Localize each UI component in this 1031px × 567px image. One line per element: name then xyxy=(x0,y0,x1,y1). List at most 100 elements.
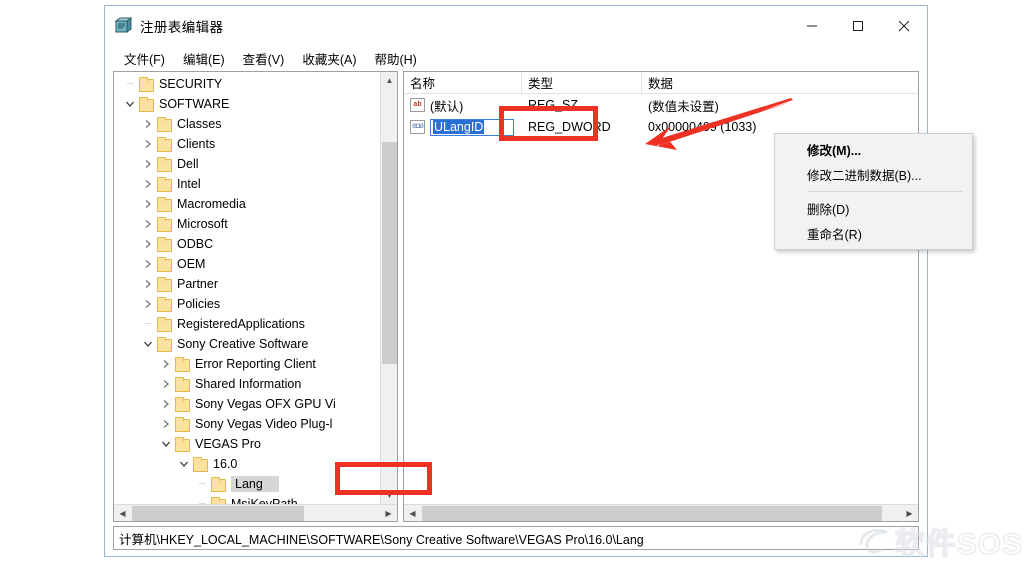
tree-item-odbc[interactable]: ODBC xyxy=(114,234,380,254)
folder-icon xyxy=(174,377,190,392)
value-context-menu[interactable]: 修改(M)... 修改二进制数据(B)... 删除(D) 重命名(R) xyxy=(774,133,973,250)
registry-tree[interactable]: ┈ SECURITY SOFTWARE Classes Clients Dell Intel… xyxy=(114,72,397,504)
column-header-data[interactable]: 数据 xyxy=(642,72,918,93)
tree-item-label: RegisteredApplications xyxy=(177,317,305,331)
folder-icon xyxy=(174,417,190,432)
values-hscrollbar-thumb[interactable] xyxy=(422,506,882,521)
tree-item-label: Intel xyxy=(177,177,201,191)
value-type-cell: REG_SZ xyxy=(528,98,579,112)
value-data-cell: (数值未设置) xyxy=(648,99,719,114)
tree-item-label: SOFTWARE xyxy=(159,97,230,111)
scroll-left-icon[interactable]: ◀ xyxy=(404,505,421,522)
folder-icon xyxy=(138,77,154,92)
value-rename-input[interactable]: ULangID xyxy=(430,118,514,136)
menu-item-favorites[interactable]: 收藏夹(A) xyxy=(293,46,365,71)
tree-item-macromedia[interactable]: Macromedia xyxy=(114,194,380,214)
context-menu-item[interactable]: 修改二进制数据(B)... xyxy=(775,162,972,187)
scroll-right-icon[interactable]: ▶ xyxy=(901,505,918,522)
chevron-down-icon[interactable] xyxy=(176,456,192,472)
chevron-right-icon[interactable] xyxy=(140,156,156,172)
registry-tree-pane: ┈ SECURITY SOFTWARE Classes Clients Dell Intel… xyxy=(113,71,398,522)
chevron-right-icon[interactable] xyxy=(158,356,174,372)
tree-item-error-reporting-client[interactable]: Error Reporting Client xyxy=(114,354,380,374)
menu-item-edit[interactable]: 编辑(E) xyxy=(174,46,234,71)
tree-item-sony-creative-software[interactable]: Sony Creative Software xyxy=(114,334,380,354)
registry-values-pane: 名称 类型 数据 ab (默认) REG_SZ (数值未设置) 0110 ULangID R… xyxy=(403,71,973,522)
status-bar: 计算机\HKEY_LOCAL_MACHINE\SOFTWARE\Sony Cre… xyxy=(113,526,919,550)
menu-item-help[interactable]: 帮助(H) xyxy=(365,46,425,71)
chevron-right-icon[interactable] xyxy=(140,276,156,292)
tree-item-label: Microsoft xyxy=(177,217,228,231)
tree-item-vegas-pro[interactable]: VEGAS Pro xyxy=(114,434,380,454)
tree-scrollbar-thumb[interactable] xyxy=(382,142,397,364)
chevron-right-icon[interactable] xyxy=(140,116,156,132)
chevron-right-icon[interactable] xyxy=(140,216,156,232)
chevron-right-icon[interactable] xyxy=(140,296,156,312)
tree-item-oem[interactable]: OEM xyxy=(114,254,380,274)
context-menu-item[interactable]: 删除(D) xyxy=(775,196,972,221)
scroll-right-icon[interactable]: ▶ xyxy=(380,505,397,522)
tree-item-registeredapplications[interactable]: ┈ RegisteredApplications xyxy=(114,314,380,334)
folder-icon xyxy=(156,217,172,232)
tree-item-clients[interactable]: Clients xyxy=(114,134,380,154)
value-name-cell[interactable]: ab (默认) xyxy=(404,96,522,115)
context-menu-item[interactable]: 重命名(R) xyxy=(775,221,972,246)
folder-icon xyxy=(192,457,208,472)
chevron-down-icon[interactable] xyxy=(158,436,174,452)
chevron-right-icon[interactable] xyxy=(158,416,174,432)
tree-item-16-0[interactable]: 16.0 xyxy=(114,454,380,474)
folder-icon xyxy=(156,117,172,132)
close-button[interactable] xyxy=(881,6,927,46)
chevron-right-icon[interactable] xyxy=(140,176,156,192)
tree-item-msikeypath[interactable]: ┈ MsiKeyPath xyxy=(114,494,380,504)
registry-tree-items: ┈ SECURITY SOFTWARE Classes Clients Dell Intel… xyxy=(114,72,380,504)
tree-vertical-scrollbar[interactable]: ▲ ▼ xyxy=(380,72,397,504)
tree-item-lang[interactable]: ┈ Lang xyxy=(114,474,380,494)
tree-connector: ┈ xyxy=(144,318,152,330)
tree-item-shared-information[interactable]: Shared Information xyxy=(114,374,380,394)
tree-item-label: Dell xyxy=(177,157,199,171)
tree-item-classes[interactable]: Classes xyxy=(114,114,380,134)
tree-item-policies[interactable]: Policies xyxy=(114,294,380,314)
chevron-right-icon[interactable] xyxy=(140,196,156,212)
chevron-right-icon[interactable] xyxy=(158,376,174,392)
column-header-type[interactable]: 类型 xyxy=(522,72,642,93)
chevron-right-icon[interactable] xyxy=(140,256,156,272)
tree-item-sony-vegas-video-plug-l[interactable]: Sony Vegas Video Plug-l xyxy=(114,414,380,434)
chevron-down-icon[interactable] xyxy=(140,336,156,352)
context-menu-item[interactable]: 修改(M)... xyxy=(775,137,972,162)
chevron-right-icon[interactable] xyxy=(158,396,174,412)
menu-item-view[interactable]: 查看(V) xyxy=(234,46,294,71)
folder-icon xyxy=(156,277,172,292)
maximize-button[interactable] xyxy=(835,6,881,46)
string-value-icon: ab xyxy=(410,98,425,112)
scroll-down-icon[interactable]: ▼ xyxy=(381,487,397,504)
tree-item-microsoft[interactable]: Microsoft xyxy=(114,214,380,234)
folder-icon xyxy=(156,337,172,352)
scroll-left-icon[interactable]: ◀ xyxy=(114,505,131,522)
chevron-right-icon[interactable] xyxy=(140,236,156,252)
menu-item-file[interactable]: 文件(F) xyxy=(115,46,174,71)
value-name-cell[interactable]: 0110 ULangID xyxy=(404,118,522,136)
tree-item-sony-vegas-ofx-gpu-vi[interactable]: Sony Vegas OFX GPU Vi xyxy=(114,394,380,414)
chevron-right-icon[interactable] xyxy=(140,136,156,152)
tree-horizontal-scrollbar[interactable]: ◀ ▶ xyxy=(114,504,397,521)
tree-hscrollbar-thumb[interactable] xyxy=(132,506,304,521)
tree-item-security[interactable]: ┈ SECURITY xyxy=(114,74,380,94)
column-header-name[interactable]: 名称 xyxy=(404,72,522,93)
chevron-down-icon[interactable] xyxy=(122,96,138,112)
tree-item-label: VEGAS Pro xyxy=(195,437,261,451)
scroll-up-icon[interactable]: ▲ xyxy=(381,72,397,89)
tree-item-partner[interactable]: Partner xyxy=(114,274,380,294)
value-row[interactable]: ab (默认) REG_SZ (数值未设置) xyxy=(404,94,918,116)
tree-item-label: Classes xyxy=(177,117,222,131)
value-data-cell: 0x00000409 (1033) xyxy=(648,120,757,134)
tree-item-software[interactable]: SOFTWARE xyxy=(114,94,380,114)
folder-icon xyxy=(174,357,190,372)
tree-item-dell[interactable]: Dell xyxy=(114,154,380,174)
tree-item-label: Partner xyxy=(177,277,218,291)
tree-item-label: OEM xyxy=(177,257,206,271)
values-horizontal-scrollbar[interactable]: ◀ ▶ xyxy=(404,504,918,521)
minimize-button[interactable] xyxy=(789,6,835,46)
tree-item-intel[interactable]: Intel xyxy=(114,174,380,194)
